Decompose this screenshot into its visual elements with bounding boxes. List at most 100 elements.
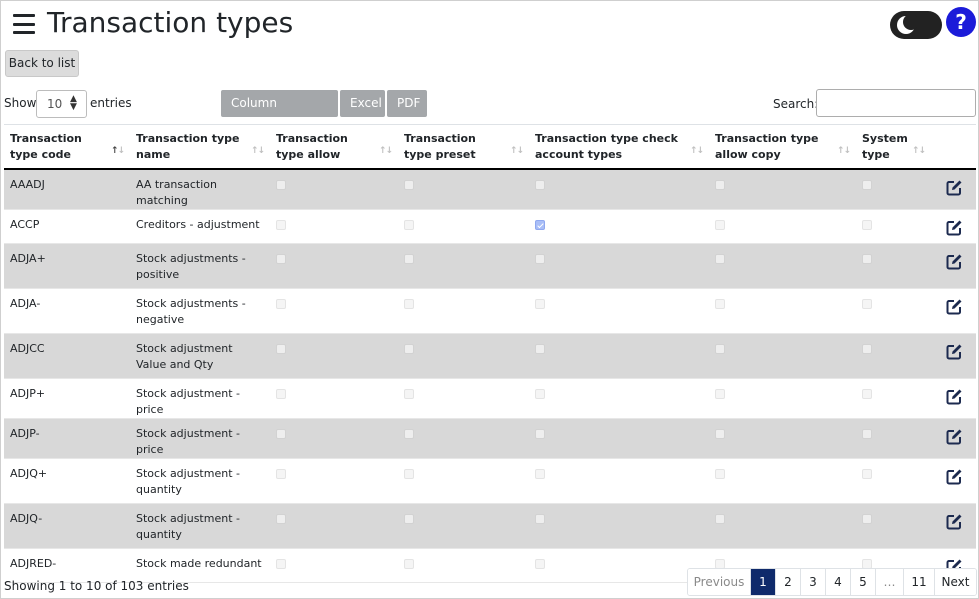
hamburger-menu-icon[interactable] [13,14,35,34]
allow-checkbox [276,468,286,479]
cell-system-type [856,168,931,210]
cell-transaction-name: Stock made redundant [130,548,270,583]
sort-asc-icon: ↑↓ [110,146,125,156]
edit-icon[interactable] [945,468,963,486]
help-button[interactable]: ? [946,7,976,37]
table-row: ADJA+ Stock adjustments - positive [4,243,976,289]
search-input[interactable] [816,89,976,117]
column-header[interactable]: Transaction type allow ↑↓ [270,124,398,170]
column-header-label: Transaction type name [136,132,240,162]
column-header[interactable]: Transaction type code ↑↓ [4,124,130,170]
table-row: ADJP+ Stock adjustment - price [4,378,976,419]
entries-per-page-select[interactable]: 10 ▲ ▼ [36,90,87,118]
next-page-button[interactable]: Next [934,569,976,595]
page-button-4[interactable]: 4 [825,569,850,595]
cell-system-type [856,243,931,289]
cell-check-account-types [529,243,709,289]
allow-copy-checkbox [715,179,725,190]
cell-transaction-name: AA transaction matching [130,168,270,210]
check-account-types-checkbox [535,298,545,309]
column-header[interactable]: Transaction type check account types ↑↓ [529,124,709,170]
column-header[interactable]: Transaction type preset ↑↓ [398,124,529,170]
column-header-label: Transaction type code [10,132,82,162]
edit-icon[interactable] [945,388,963,406]
cell-transaction-code: ADJA- [4,288,130,334]
cell-transaction-code: ADJQ- [4,503,130,549]
back-to-list-button[interactable]: Back to list [5,50,79,77]
cell-allow-copy [709,418,856,459]
column-header[interactable]: Transaction type name ↑↓ [130,124,270,170]
page-button-5[interactable]: 5 [850,569,875,595]
page-button-1[interactable]: 1 [750,569,775,595]
column-header[interactable]: System type ↑↓ [856,124,931,170]
cell-actions [931,458,976,504]
pagination-ellipsis: … [875,569,903,595]
allow-copy-checkbox [715,428,725,439]
cell-actions [931,288,976,334]
check-account-types-checkbox [535,343,545,354]
edit-icon[interactable] [945,298,963,316]
table-info: Showing 1 to 10 of 103 entries [4,579,189,593]
column-visibility-button[interactable]: Column Visibility [221,90,338,137]
moon-icon [897,14,917,34]
allow-copy-checkbox [715,388,725,399]
cell-transaction-name: Stock adjustment - price [130,378,270,419]
cell-check-account-types [529,378,709,419]
system-type-checkbox [862,219,872,230]
cell-system-type [856,378,931,419]
cell-transaction-code: ADJP+ [4,378,130,419]
column-header-label: Transaction type check account types [535,132,678,162]
cell-preset [398,168,529,210]
cell-preset [398,288,529,334]
allow-copy-checkbox [715,558,725,569]
system-type-checkbox [862,179,872,190]
cell-allow [270,503,398,549]
column-header-label: System type [862,132,908,162]
cell-allow-copy [709,288,856,334]
cell-transaction-code: AAADJ [4,168,130,210]
cell-transaction-code: ADJP- [4,418,130,459]
cell-preset [398,378,529,419]
theme-toggle[interactable] [890,11,942,39]
transaction-types-table-wrapper: Transaction type code ↑↓ Transaction type… [4,124,976,583]
allow-checkbox [276,219,286,230]
cell-transaction-name: Stock adjustment - quantity [130,503,270,549]
page-button-2[interactable]: 2 [775,569,800,595]
cell-check-account-types [529,209,709,244]
cell-allow-copy [709,209,856,244]
sort-icon: ↑↓ [378,146,393,156]
cell-system-type [856,288,931,334]
cell-system-type [856,209,931,244]
cell-transaction-name: Stock adjustment Value and Qty [130,333,270,379]
edit-icon[interactable] [945,343,963,361]
edit-icon[interactable] [945,219,963,237]
page-button-3[interactable]: 3 [800,569,825,595]
cell-allow [270,378,398,419]
cell-allow-copy [709,378,856,419]
allow-checkbox [276,179,286,190]
table-header-row: Transaction type code ↑↓ Transaction type… [4,124,976,170]
table-row: ADJQ- Stock adjustment - quantity [4,503,976,549]
excel-export-button[interactable]: Excel [340,90,385,117]
edit-icon[interactable] [945,428,963,446]
edit-icon[interactable] [945,179,963,197]
column-header[interactable]: Transaction type allow copy ↑↓ [709,124,856,170]
preset-checkbox [404,179,414,190]
export-button-group: Column Visibility Excel PDF [221,90,427,137]
table-row: ADJCC Stock adjustment Value and Qty [4,333,976,379]
actions-column-header [931,124,976,170]
cell-actions [931,243,976,289]
allow-copy-checkbox [715,253,725,264]
column-header-label: Transaction type allow [276,132,348,162]
page-button-11[interactable]: 11 [903,569,934,595]
entries-select-value: 10 [47,97,63,111]
search-label: Search: [773,97,819,111]
check-account-types-checkbox [535,428,545,439]
allow-checkbox [276,343,286,354]
edit-icon[interactable] [945,253,963,271]
edit-icon[interactable] [945,513,963,531]
cell-allow [270,288,398,334]
pdf-export-button[interactable]: PDF [387,90,427,117]
previous-page-button[interactable]: Previous [688,569,750,595]
cell-transaction-code: ADJQ+ [4,458,130,504]
